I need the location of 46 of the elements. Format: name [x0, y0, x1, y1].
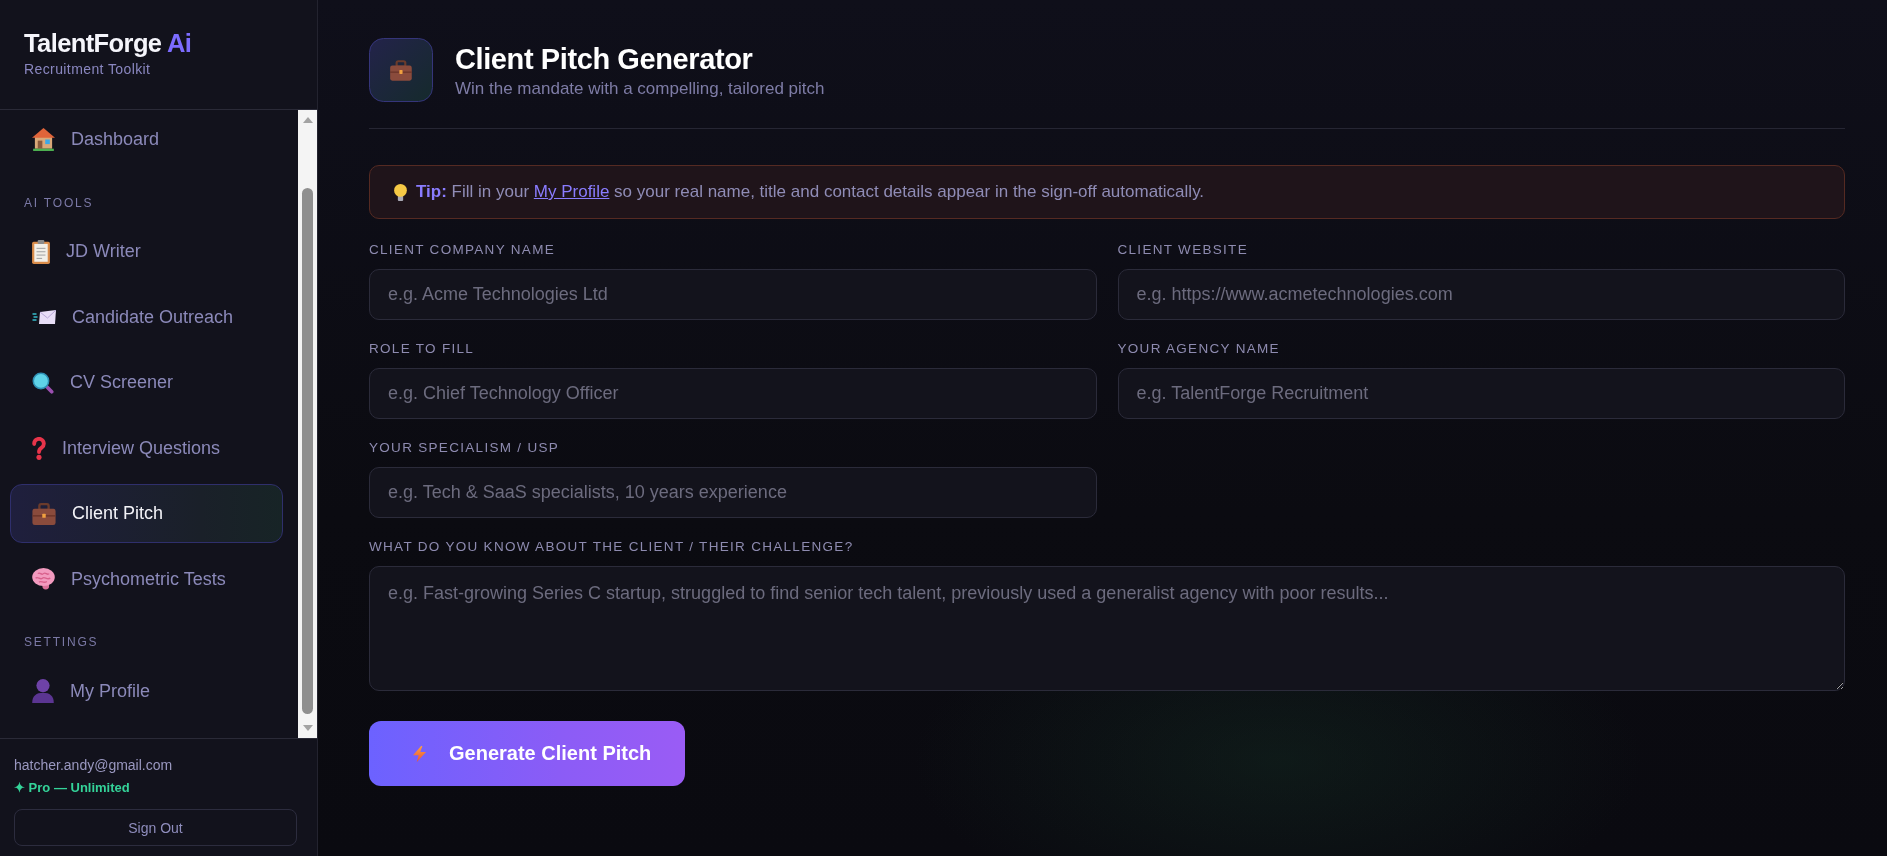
textarea-field[interactable]: e.g. Fast-growing Series C startup, struggled to find senior tech talent, previously used a generalist agency with poor results... — [369, 566, 1845, 691]
lightning-bolt-icon — [413, 743, 426, 764]
page-subtitle: Win the mandate with a compelling, tailored pitch — [455, 78, 825, 99]
briefcase-icon — [369, 38, 433, 102]
nav-item[interactable]: Candidate Outreach — [10, 287, 283, 347]
briefcase-icon — [32, 502, 56, 525]
field-label: ROLE TO FILL — [369, 341, 475, 357]
plan-label: ✦ Pro — Unlimited — [14, 780, 130, 796]
profile-link[interactable]: My Profile — [533, 182, 610, 201]
section-heading: AI TOOLS — [23, 194, 95, 212]
page-title: Client Pitch Generator — [455, 41, 753, 76]
nav-item[interactable]: JD Writer — [10, 222, 283, 281]
input-field[interactable]: e.g. Chief Technology Officer — [369, 368, 1097, 419]
input-field[interactable]: e.g. Tech & SaaS specialists, 10 years experience — [369, 467, 1097, 518]
clipboard-icon — [32, 239, 50, 264]
input-field[interactable]: e.g. Acme Technologies Ltd — [369, 269, 1097, 320]
person-icon — [32, 679, 54, 703]
brand-logo: TalentForge Ai — [24, 28, 192, 58]
question-mark-icon — [32, 436, 46, 460]
scrollbar-thumb[interactable] — [302, 188, 313, 714]
input-field[interactable]: e.g. TalentForge Recruitment — [1117, 368, 1845, 419]
nav-item[interactable]: CV Screener — [10, 353, 283, 412]
field-label: YOUR AGENCY NAME — [1117, 341, 1280, 357]
generate-button[interactable]: Generate Client Pitch — [369, 721, 685, 786]
field-label: CLIENT COMPANY NAME — [369, 242, 555, 258]
section-heading: SETTINGS — [23, 634, 100, 651]
tip-text: Tip: Fill in your My Profile so your real name, title and contact details appear in the sign-off automatically. — [416, 182, 1205, 202]
envelope-icon — [32, 310, 56, 324]
house-icon — [32, 128, 55, 151]
nav-item[interactable]: Client Pitch — [10, 484, 283, 543]
scroll-up-icon[interactable] — [302, 117, 313, 123]
brain-icon — [32, 568, 55, 590]
brand-tagline: Recruitment Toolkit — [24, 61, 152, 78]
lightbulb-icon — [394, 183, 407, 201]
scroll-down-icon[interactable] — [302, 725, 313, 731]
account-email: hatcher.andy@gmail.com — [14, 757, 173, 773]
field-label: CLIENT WEBSITE — [1117, 242, 1248, 258]
field-label: YOUR SPECIALISM / USP — [369, 440, 560, 456]
sign-out-button[interactable]: Sign Out — [14, 809, 297, 846]
input-field[interactable]: e.g. https://www.acmetechnologies.com — [1117, 269, 1845, 320]
nav-item[interactable]: Interview Questions — [10, 418, 283, 478]
magnifier-icon — [32, 371, 54, 394]
field-label: WHAT DO YOU KNOW ABOUT THE CLIENT / THEIR CHALLENGE? — [369, 539, 854, 555]
nav-item[interactable]: My Profile — [10, 661, 283, 721]
nav-item[interactable]: Psychometric Tests — [10, 549, 283, 609]
nav-item[interactable]: Dashboard — [10, 110, 283, 169]
